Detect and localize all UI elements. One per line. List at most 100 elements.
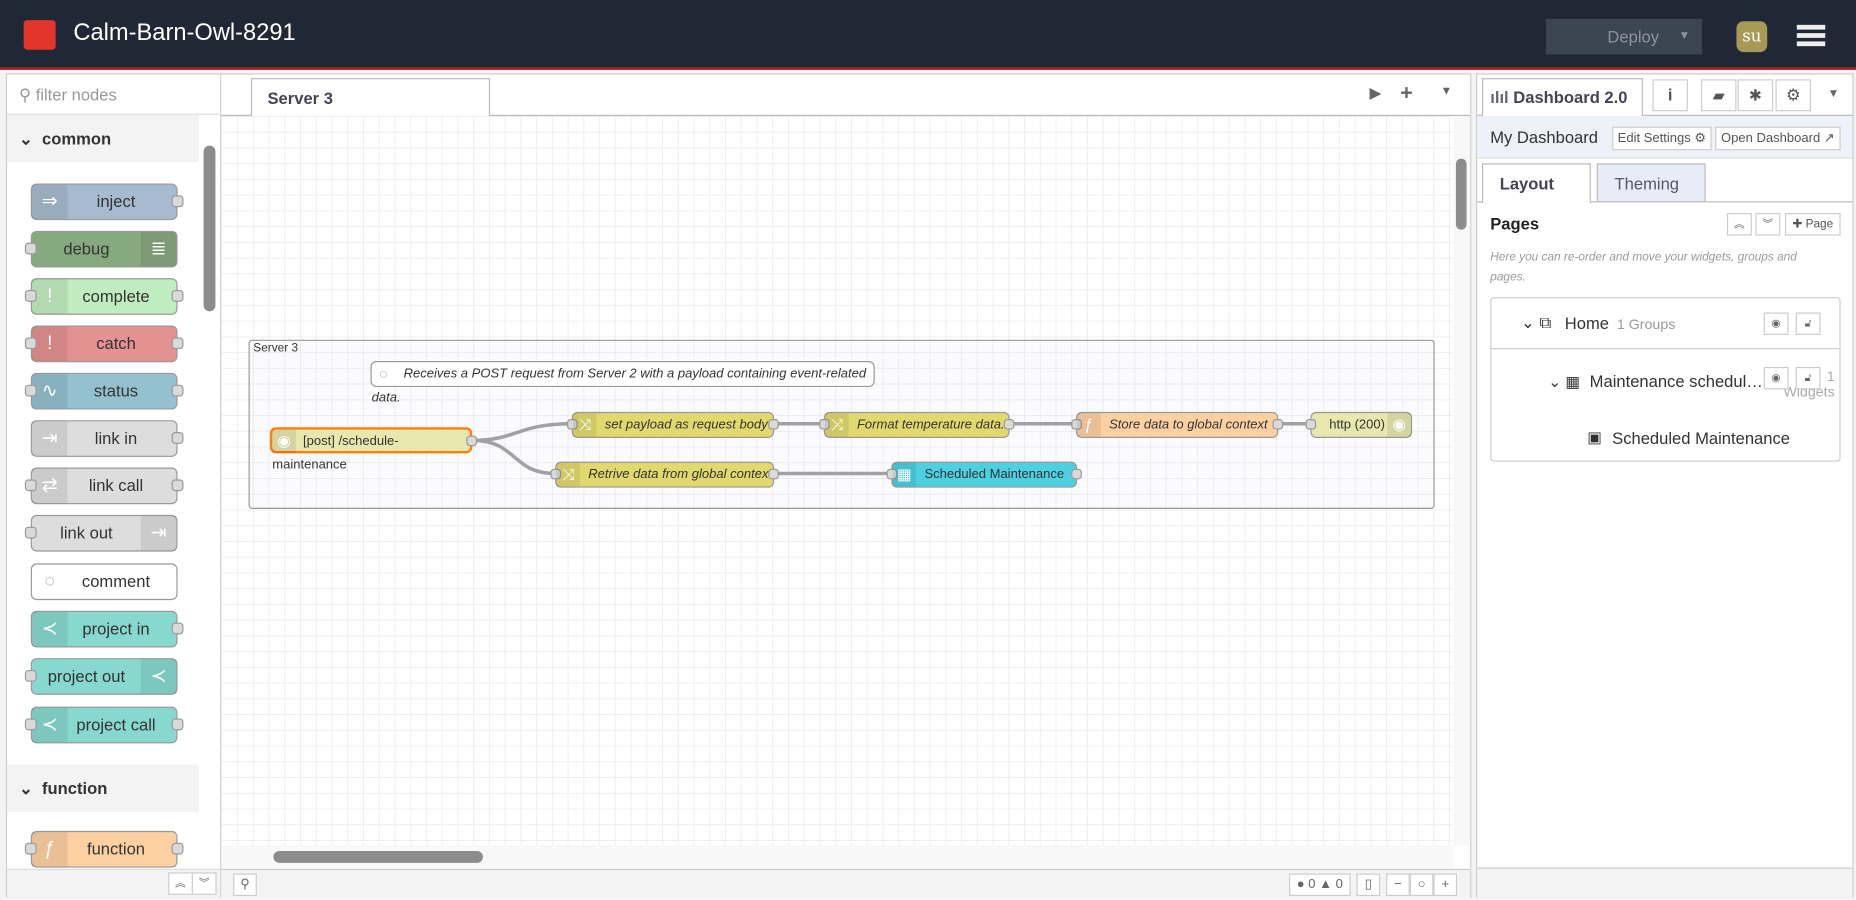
eye-icon[interactable]: ◉ — [1763, 366, 1789, 390]
add-page-button[interactable]: ✚ Page — [1784, 213, 1841, 236]
category-common[interactable]: ⌄ common — [7, 114, 199, 163]
workspace-tabs: Server 3 ▶ + ▼ — [221, 74, 1471, 118]
palette-node-comment[interactable]: ○ comment — [30, 563, 178, 601]
category-label: common — [42, 129, 112, 148]
function-icon: ƒ — [1077, 413, 1101, 437]
output-port — [171, 622, 184, 635]
output-port — [171, 479, 184, 492]
http-in-node[interactable]: ◉ [post] /schedule-maintenance — [269, 427, 478, 472]
chevron-down-icon[interactable]: ▼ — [1679, 19, 1691, 55]
button-label: Edit Settings — [1617, 131, 1691, 146]
change-node[interactable]: ⤨ set payload as request body — [566, 411, 779, 438]
globe-icon: ◉ — [272, 429, 296, 454]
function-node[interactable]: ƒ Store data to global context — [1071, 411, 1284, 438]
sidebar: ılıl Dashboard 2.0 i ▰ ✱ ⚙ ▼ My Dashboar… — [1476, 73, 1854, 898]
unlock-icon[interactable]: 🔓︎ — [1795, 312, 1821, 335]
group-name[interactable]: Maintenance schedul… — [1590, 372, 1763, 391]
search-icon[interactable]: ⚲ — [233, 873, 257, 897]
user-avatar[interactable]: su — [1736, 21, 1768, 53]
filter-nodes-input[interactable]: ⚲ filter nodes — [7, 75, 221, 115]
output-port[interactable] — [768, 419, 779, 430]
workspace: Server 3 ▶ + ▼ Server 3 ○ Receives a POST… — [221, 73, 1472, 899]
zoom-in-icon[interactable]: + — [1433, 873, 1458, 897]
palette-node-inject[interactable]: ⇒ inject — [30, 183, 184, 221]
add-flow-icon[interactable]: + — [1400, 80, 1412, 105]
tree-page-home[interactable]: ⌄ ⧉ Home 1 Groups ◉ 🔓︎ — [1491, 298, 1840, 350]
node-icon: ∿ — [31, 374, 68, 409]
node-label: function — [86, 839, 146, 859]
palette-scrollbar[interactable] — [203, 145, 216, 312]
node-icon: ≺ — [31, 611, 68, 647]
tab-server-3[interactable]: Server 3 — [250, 78, 491, 118]
change-node[interactable]: ⤨ Retrive data from global context — [550, 461, 779, 488]
gear-icon[interactable]: ⚙ — [1775, 79, 1812, 112]
collapse-all-icon[interactable]: ︽ — [1726, 213, 1752, 236]
tab-layout[interactable]: Layout — [1481, 163, 1591, 204]
change-node[interactable]: ⤨ Format temperature data. — [819, 411, 1015, 438]
input-port — [24, 842, 37, 855]
zoom-out-icon[interactable]: − — [1386, 873, 1410, 897]
collapse-all-icon[interactable]: ︽ — [168, 872, 193, 895]
table-icon: ▦ — [892, 462, 917, 487]
expand-all-icon[interactable]: ︾ — [191, 872, 217, 895]
node-icon: ⇄ — [31, 468, 68, 504]
hamburger-menu-icon[interactable] — [1796, 24, 1826, 47]
flow-list-icon[interactable]: ▼ — [1441, 85, 1453, 98]
widget-name[interactable]: Scheduled Maintenance — [1612, 428, 1790, 447]
vertical-scrollbar[interactable] — [1453, 115, 1471, 846]
comment-node[interactable]: ○ Receives a POST request from Server 2 w… — [370, 361, 875, 405]
deploy-button[interactable]: Deploy ▼ — [1545, 18, 1703, 55]
table-node[interactable]: ▦ Scheduled Maintenance — [886, 461, 1082, 488]
unlock-icon[interactable]: 🔓︎ — [1795, 366, 1821, 390]
output-port[interactable] — [1272, 419, 1284, 430]
http-response-node[interactable]: http (200) ◉ — [1305, 411, 1413, 438]
palette-node-status[interactable]: ∿ status — [24, 372, 184, 410]
status-counts[interactable]: ● 0 ▲ 0 — [1289, 873, 1351, 897]
output-port[interactable] — [768, 468, 779, 480]
node-label: set payload as request body — [604, 417, 768, 433]
node-label: status — [93, 381, 139, 401]
palette-footer: ︽ ︾ — [7, 868, 221, 898]
tab-scroll-right-icon[interactable]: ▶ — [1370, 84, 1382, 103]
palette-node-link-call[interactable]: ⇄ link call — [24, 467, 184, 505]
chevron-down-icon[interactable]: ▼ — [1828, 88, 1840, 101]
info-icon[interactable]: i — [1652, 79, 1688, 112]
sidebar-tabs: ılıl Dashboard 2.0 i ▰ ✱ ⚙ ▼ — [1477, 75, 1853, 118]
palette-node-debug[interactable]: ≣ debug — [24, 230, 178, 268]
flow-canvas[interactable]: Server 3 ○ Receives a POST request from S… — [221, 115, 1453, 846]
palette-node-project-out[interactable]: ≺ project out — [24, 658, 178, 695]
palette-node-catch[interactable]: ! catch — [24, 325, 184, 363]
node-label: debug — [63, 239, 110, 259]
zoom-reset-icon[interactable]: ○ — [1409, 873, 1434, 897]
palette-node-project-in[interactable]: ≺ project in — [30, 610, 184, 648]
node-icon: ≣ — [140, 231, 177, 267]
bug-icon[interactable]: ✱ — [1737, 79, 1774, 112]
horizontal-scrollbar[interactable] — [221, 845, 1454, 869]
pages-hint: Here you can re-order and move your widg… — [1490, 250, 1797, 285]
book-icon[interactable]: ▰ — [1700, 79, 1737, 112]
workspace-footer: ⚲ ● 0 ▲ 0 ▯ − ○ + — [221, 868, 1471, 899]
palette-node-link-in[interactable]: ⇥ link in — [30, 420, 184, 457]
output-port[interactable] — [466, 435, 478, 447]
palette-node-complete[interactable]: ! complete — [24, 278, 184, 315]
output-port[interactable] — [1071, 468, 1082, 480]
node-label: Scheduled Maintenance — [924, 467, 1065, 482]
map-icon[interactable]: ▯ — [1356, 873, 1381, 897]
palette-node-link-out[interactable]: ⇥ link out — [24, 514, 178, 552]
output-port[interactable] — [1003, 419, 1015, 430]
palette-node-function[interactable]: ƒ function — [24, 830, 184, 868]
node-label: link call — [88, 475, 144, 495]
page-icon: ⌄ ⧉ — [1521, 312, 1552, 332]
category-function[interactable]: ⌄ function — [7, 764, 199, 812]
input-port — [24, 289, 37, 302]
expand-all-icon[interactable]: ︾ — [1755, 213, 1781, 236]
app-title: Calm-Barn-Owl-8291 — [73, 20, 296, 47]
palette-node-project-call[interactable]: ≺ project call — [24, 706, 184, 744]
tab-theming[interactable]: Theming — [1596, 163, 1706, 203]
input-port[interactable] — [1305, 419, 1317, 430]
tab-dashboard[interactable]: ılıl Dashboard 2.0 — [1481, 78, 1643, 118]
open-dashboard-button[interactable]: Open Dashboard ↗ — [1715, 126, 1841, 151]
node-label: Store data to global context — [1109, 417, 1268, 433]
edit-settings-button[interactable]: Edit Settings ⚙ — [1612, 126, 1712, 151]
eye-icon[interactable]: ◉ — [1763, 312, 1789, 335]
